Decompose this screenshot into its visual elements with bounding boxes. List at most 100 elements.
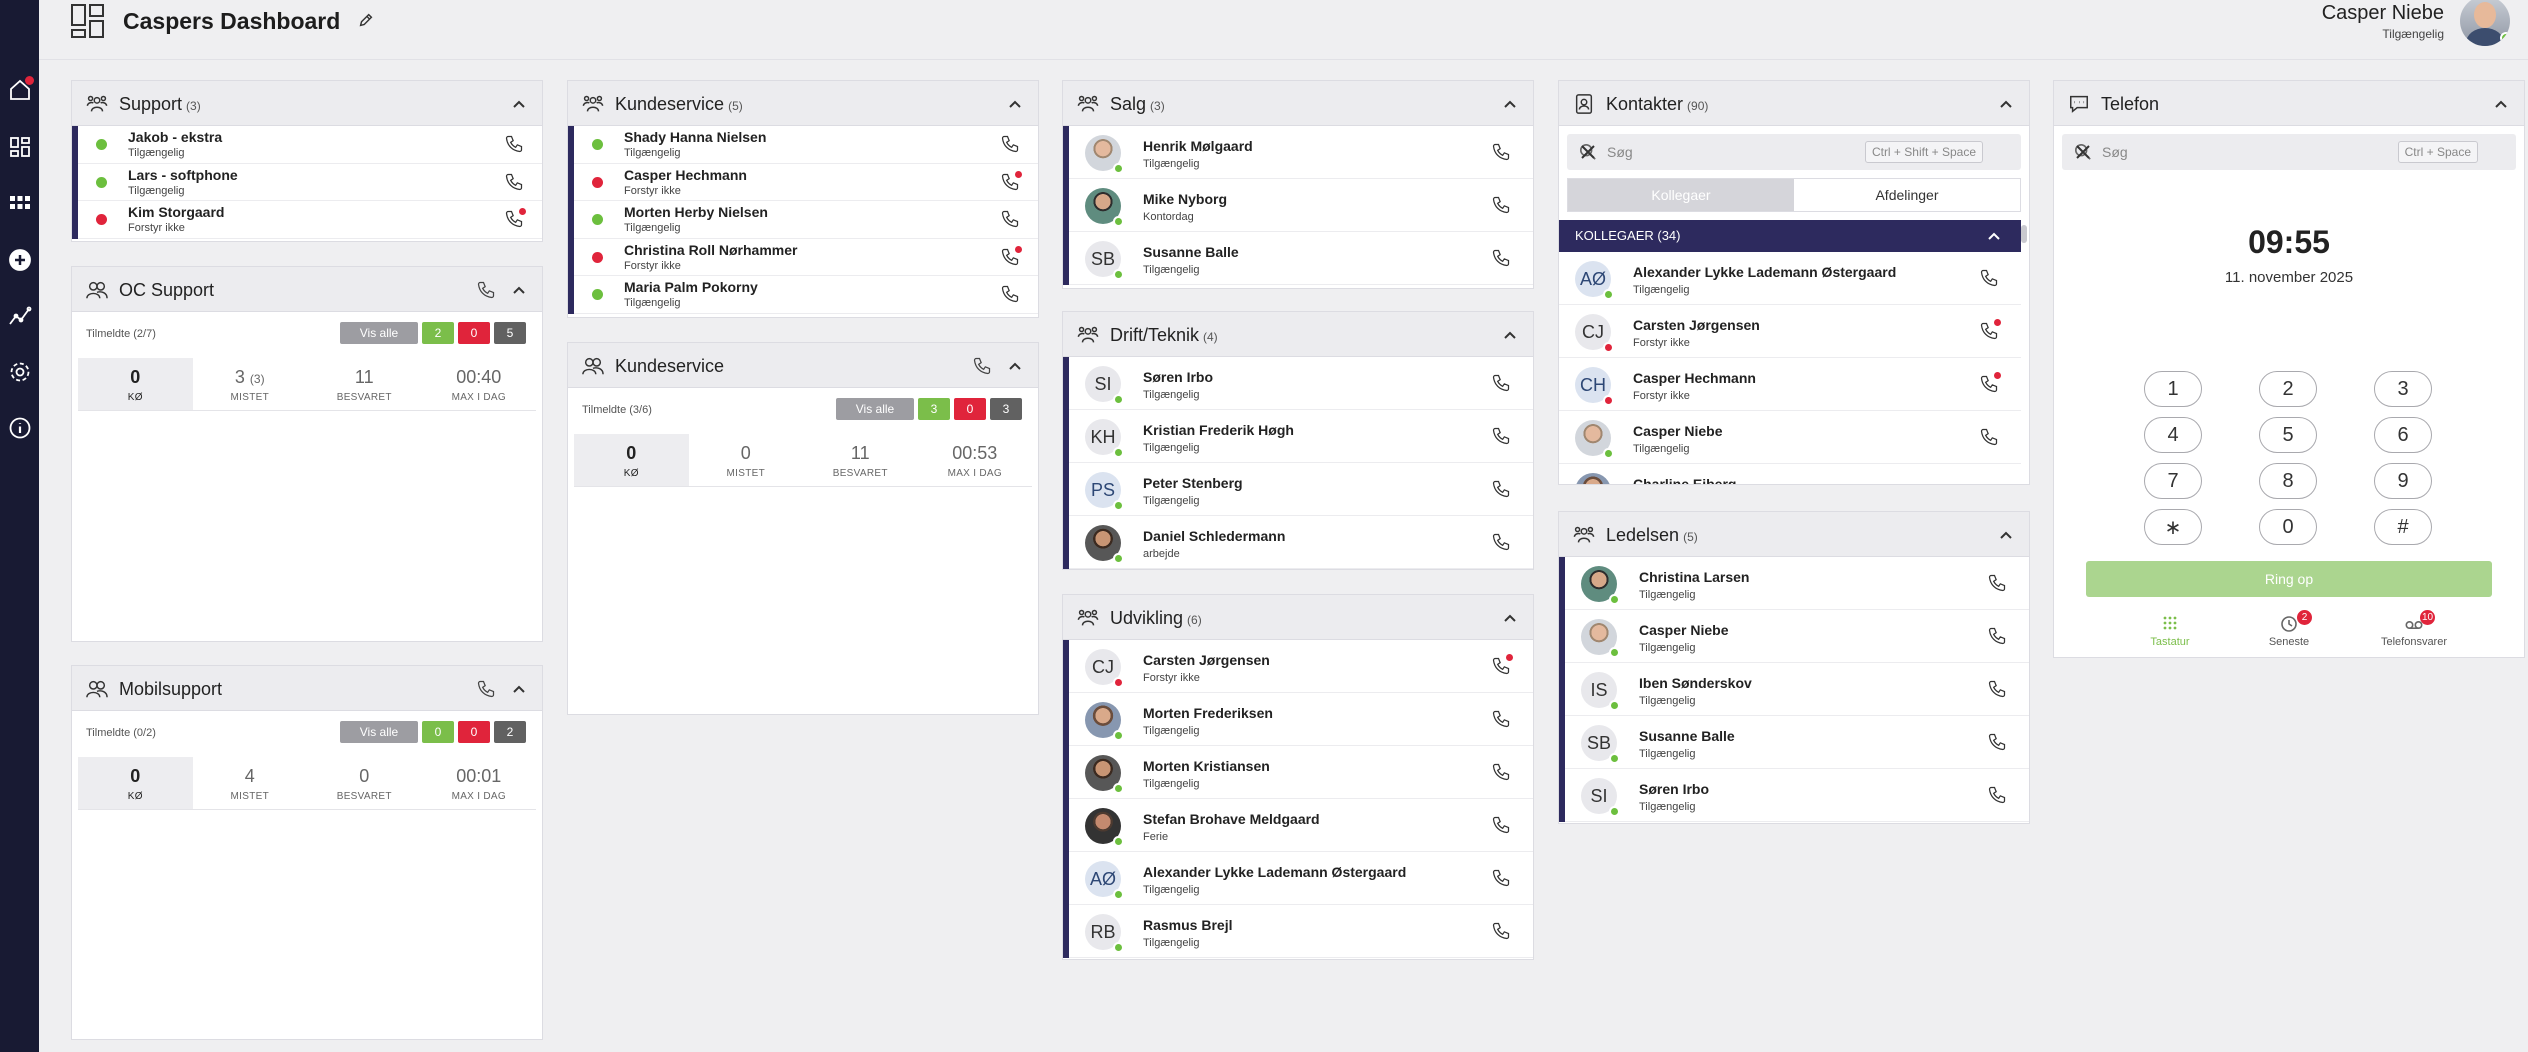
member-row[interactable]: Henrik Mølgaard Tilgængelig [1069, 126, 1533, 179]
member-row[interactable]: Lars - softphone Tilgængelig [78, 164, 542, 201]
member-row[interactable]: Casper Niebe Tilgængelig [1565, 610, 2029, 663]
search-input[interactable]: Søg [2102, 144, 2128, 160]
member-row[interactable]: AØ Alexander Lykke Lademann Østergaard Til… [1069, 852, 1533, 905]
dial-key[interactable]: 3 [2374, 371, 2432, 407]
collapse-chevron-icon[interactable] [1987, 229, 2001, 243]
member-row[interactable]: Shady Hanna Nielsen Tilgængelig [574, 126, 1038, 164]
home-icon[interactable] [6, 76, 34, 104]
apps-grid-icon[interactable] [6, 189, 34, 217]
stat-cell[interactable]: 11 BESVARET [307, 358, 422, 410]
dial-key[interactable]: 2 [2259, 371, 2317, 407]
tab-departments[interactable]: Afdelinger [1794, 179, 2020, 211]
member-row[interactable]: SB Susanne Balle Tilgængelig [1069, 232, 1533, 285]
clear-search-icon[interactable] [2074, 143, 2092, 161]
collapse-chevron-icon[interactable] [2494, 97, 2508, 111]
stat-cell[interactable]: 0 KØ [78, 757, 193, 809]
member-row[interactable]: SI Søren Irbo Tilgængelig [1069, 357, 1533, 410]
stat-cell[interactable]: 0 KØ [78, 358, 193, 410]
dial-key[interactable]: 5 [2259, 417, 2317, 453]
member-status: Kontordag [1143, 211, 1194, 223]
member-row[interactable]: SI Søren Irbo Tilgængelig [1565, 769, 2029, 822]
member-row[interactable]: KH Kristian Frederik Høgh Tilgængelig [1069, 410, 1533, 463]
member-row[interactable]: Charline Eiberg [1559, 464, 2021, 484]
call-button[interactable]: Ring op [2086, 561, 2492, 597]
dial-key[interactable]: 6 [2374, 417, 2432, 453]
stats-icon[interactable] [6, 302, 34, 330]
member-row[interactable]: PS Peter Stenberg Tilgængelig [1069, 463, 1533, 516]
member-row[interactable]: Daniel Schledermann arbejde [1069, 516, 1533, 569]
tab-keypad[interactable]: Tastatur [2110, 607, 2230, 648]
collapse-chevron-icon[interactable] [512, 682, 526, 696]
stat-cell[interactable]: 0 KØ [574, 434, 689, 486]
member-row[interactable]: IS Iben Sønderskov Tilgængelig [1565, 663, 2029, 716]
member-row[interactable]: Morten Kristiansen Tilgængelig [1069, 746, 1533, 799]
phone-icon[interactable] [476, 280, 496, 300]
tab-voicemail[interactable]: 10 Telefonsvarer [2354, 607, 2474, 648]
colleagues-section-header[interactable]: KOLLEGAER (34) [1559, 220, 2021, 252]
collapse-chevron-icon[interactable] [1503, 97, 1517, 111]
add-icon[interactable] [6, 246, 34, 274]
stat-cell[interactable]: 00:53 MAX I DAG [918, 434, 1033, 486]
member-row[interactable]: CJ Carsten Jørgensen Forstyr ikke [1069, 640, 1533, 693]
scrollbar[interactable] [2021, 225, 2027, 243]
edit-title-icon[interactable] [357, 11, 375, 29]
dial-key[interactable]: ∗ [2144, 509, 2202, 545]
dial-key[interactable]: # [2374, 509, 2432, 545]
stat-cell[interactable]: 00:40 MAX I DAG [422, 358, 537, 410]
member-row[interactable]: RB Rasmus Brejl Tilgængelig [1069, 905, 1533, 958]
collapse-chevron-icon[interactable] [1503, 611, 1517, 625]
show-all-button[interactable]: Vis alle [340, 322, 418, 344]
info-icon[interactable] [6, 414, 34, 442]
member-row[interactable]: Kim Storgaard Forstyr ikke [78, 201, 542, 239]
phone-icon[interactable] [972, 356, 992, 376]
stat-cell[interactable]: 3 (3) MISTET [193, 358, 308, 410]
show-all-button[interactable]: Vis alle [340, 721, 418, 743]
member-row[interactable]: Casper Hechmann Forstyr ikke [574, 164, 1038, 201]
member-row[interactable]: Morten Frederiksen Tilgængelig [1069, 693, 1533, 746]
member-row[interactable]: CJ Carsten Jørgensen Forstyr ikke [1559, 305, 2021, 358]
clear-search-icon[interactable] [1579, 143, 1597, 161]
settings-icon[interactable] [6, 358, 34, 386]
member-row[interactable]: SB Susanne Balle Tilgængelig [1565, 716, 2029, 769]
stat-cell[interactable]: 11 BESVARET [803, 434, 918, 486]
collapse-chevron-icon[interactable] [512, 283, 526, 297]
user-avatar[interactable] [2460, 0, 2510, 46]
member-row[interactable]: Mike Nyborg Kontordag [1069, 179, 1533, 232]
dial-key[interactable]: 7 [2144, 463, 2202, 499]
member-status: Tilgængelig [1143, 725, 1200, 737]
dial-key[interactable]: 4 [2144, 417, 2202, 453]
member-row[interactable]: AØ Alexander Lykke Lademann Østergaard Til… [1559, 252, 2021, 305]
collapse-chevron-icon[interactable] [1008, 97, 1022, 111]
member-row[interactable]: Christina Larsen Tilgængelig [1565, 557, 2029, 610]
dashboard-icon[interactable] [6, 133, 34, 161]
dial-key[interactable]: 8 [2259, 463, 2317, 499]
phone-icon[interactable] [476, 679, 496, 699]
phone-search-field[interactable]: Søg Ctrl + Space [2062, 134, 2516, 170]
member-row[interactable]: CH Casper Hechmann Forstyr ikke [1559, 358, 2021, 411]
collapse-chevron-icon[interactable] [512, 97, 526, 111]
dial-key[interactable]: 1 [2144, 371, 2202, 407]
stat-value: 0 [574, 443, 689, 464]
show-all-button[interactable]: Vis alle [836, 398, 914, 420]
collapse-chevron-icon[interactable] [1999, 528, 2013, 542]
member-row[interactable]: Jakob - ekstra Tilgængelig [78, 126, 542, 164]
dial-key[interactable]: 0 [2259, 509, 2317, 545]
dial-key[interactable]: 9 [2374, 463, 2432, 499]
search-input[interactable]: Søg [1607, 144, 1633, 160]
member-row[interactable]: Maria Palm Pokorny Tilgængelig [574, 276, 1038, 314]
tab-recent[interactable]: 2 Seneste [2229, 607, 2349, 648]
stat-cell[interactable]: 0 MISTET [689, 434, 804, 486]
collapse-chevron-icon[interactable] [1999, 97, 2013, 111]
contacts-search-field[interactable]: Søg Ctrl + Shift + Space [1567, 134, 2021, 170]
user-info[interactable]: Casper Niebe Tilgængelig [2322, 2, 2444, 41]
member-row[interactable]: Morten Herby Nielsen Tilgængelig [574, 201, 1038, 239]
member-row[interactable]: Casper Niebe Tilgængelig [1559, 411, 2021, 464]
member-row[interactable]: Christina Roll Nørhammer Forstyr ikke [574, 239, 1038, 276]
tab-colleagues[interactable]: Kollegaer [1568, 179, 1794, 211]
stat-cell[interactable]: 4 MISTET [193, 757, 308, 809]
stat-cell[interactable]: 00:01 MAX I DAG [422, 757, 537, 809]
collapse-chevron-icon[interactable] [1503, 328, 1517, 342]
member-row[interactable]: Stefan Brohave Meldgaard Ferie [1069, 799, 1533, 852]
stat-cell[interactable]: 0 BESVARET [307, 757, 422, 809]
collapse-chevron-icon[interactable] [1008, 359, 1022, 373]
